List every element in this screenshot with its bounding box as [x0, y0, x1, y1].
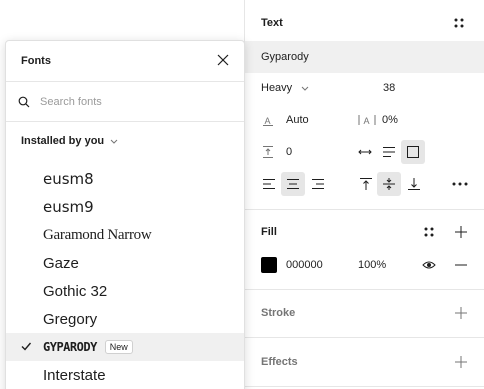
properties-panel: Text Gyparody Heavy 38 A Auto A 0% 0 Fil…: [244, 0, 484, 389]
fill-hex-value[interactable]: 000000: [286, 259, 323, 271]
font-item-eusm9[interactable]: eusm9: [6, 193, 244, 221]
auto-width-icon[interactable]: [357, 144, 373, 160]
font-item-interstate[interactable]: Interstate: [6, 361, 244, 389]
divider: [245, 337, 484, 338]
divider: [245, 386, 484, 387]
new-badge: New: [104, 340, 133, 354]
font-item-label: Gothic 32: [43, 282, 108, 300]
font-search-input[interactable]: [40, 96, 220, 108]
eye-icon[interactable]: [421, 257, 437, 273]
font-item-label: Gregory: [43, 310, 98, 328]
text-styles-grid-icon[interactable]: [451, 15, 467, 31]
line-height-value[interactable]: Auto: [286, 114, 309, 126]
font-family-value: Gyparody: [261, 51, 309, 63]
divider: [245, 289, 484, 290]
remove-fill-minus-icon[interactable]: [453, 257, 469, 273]
font-item-gregory[interactable]: Gregory: [6, 305, 244, 333]
letter-spacing-value[interactable]: 0%: [382, 114, 398, 126]
paragraph-spacing-icon: [261, 145, 275, 159]
font-weight-value: Heavy: [261, 82, 293, 94]
font-family-field[interactable]: Gyparody: [245, 41, 484, 73]
add-effect-plus-icon[interactable]: [453, 354, 469, 370]
font-item-gyparody[interactable]: Gyparody New: [6, 333, 244, 361]
align-right-icon[interactable]: [311, 177, 325, 191]
stroke-section-title: Stroke: [261, 307, 296, 319]
font-item-gothic-32[interactable]: Gothic 32: [6, 277, 244, 305]
align-middle-button[interactable]: [377, 172, 401, 196]
font-item-eusm8[interactable]: eusm8: [6, 165, 244, 193]
fill-section-title: Fill: [261, 226, 277, 238]
font-item-label: Gyparody: [43, 340, 97, 354]
chevron-down-icon: [300, 82, 310, 94]
align-bottom-icon[interactable]: [406, 176, 422, 192]
align-top-icon[interactable]: [358, 176, 374, 192]
font-search-bar: [18, 91, 232, 113]
font-item-label: eusm8: [43, 170, 94, 188]
effects-section-title: Effects: [261, 356, 298, 368]
fixed-size-button[interactable]: [401, 140, 425, 164]
text-section-title: Text: [261, 17, 283, 29]
font-item-gaze[interactable]: Gaze: [6, 249, 244, 277]
letter-spacing-icon: A: [357, 113, 377, 127]
search-icon: [18, 96, 30, 108]
font-item-garamond-narrow[interactable]: Garamond Narrow: [6, 221, 244, 249]
font-picker-title: Fonts: [21, 55, 51, 67]
chevron-down-icon: [110, 139, 118, 144]
font-item-label: Gaze: [43, 254, 79, 272]
add-stroke-plus-icon[interactable]: [453, 305, 469, 321]
align-center-button[interactable]: [281, 172, 305, 196]
font-picker-popup: Fonts Installed by you eusm8 eusm9 Garam…: [5, 40, 245, 389]
divider: [6, 121, 244, 122]
check-icon: [20, 340, 32, 355]
installed-filter-dropdown[interactable]: Installed by you: [21, 135, 118, 147]
align-left-icon[interactable]: [262, 177, 276, 191]
svg-text:A: A: [265, 116, 271, 126]
font-item-label: eusm9: [43, 198, 94, 216]
font-item-label: Garamond Narrow: [43, 226, 152, 243]
fill-color-swatch[interactable]: [261, 257, 277, 273]
more-options-icon[interactable]: [451, 176, 469, 192]
fill-styles-grid-icon[interactable]: [421, 224, 437, 240]
divider: [245, 209, 484, 210]
font-item-label: Interstate: [43, 366, 106, 384]
font-item-selected-group: Gyparody New: [43, 340, 133, 354]
fill-opacity-value[interactable]: 100%: [358, 259, 386, 271]
font-size-value[interactable]: 38: [383, 82, 395, 94]
divider: [6, 81, 244, 82]
svg-text:A: A: [364, 116, 370, 126]
add-fill-plus-icon[interactable]: [453, 224, 469, 240]
installed-filter-label: Installed by you: [21, 135, 105, 147]
close-icon[interactable]: [216, 53, 232, 69]
auto-height-icon[interactable]: [381, 144, 397, 160]
line-height-icon: A: [261, 113, 275, 127]
paragraph-spacing-value[interactable]: 0: [286, 146, 292, 158]
weight-dropdown[interactable]: Heavy: [245, 80, 484, 98]
